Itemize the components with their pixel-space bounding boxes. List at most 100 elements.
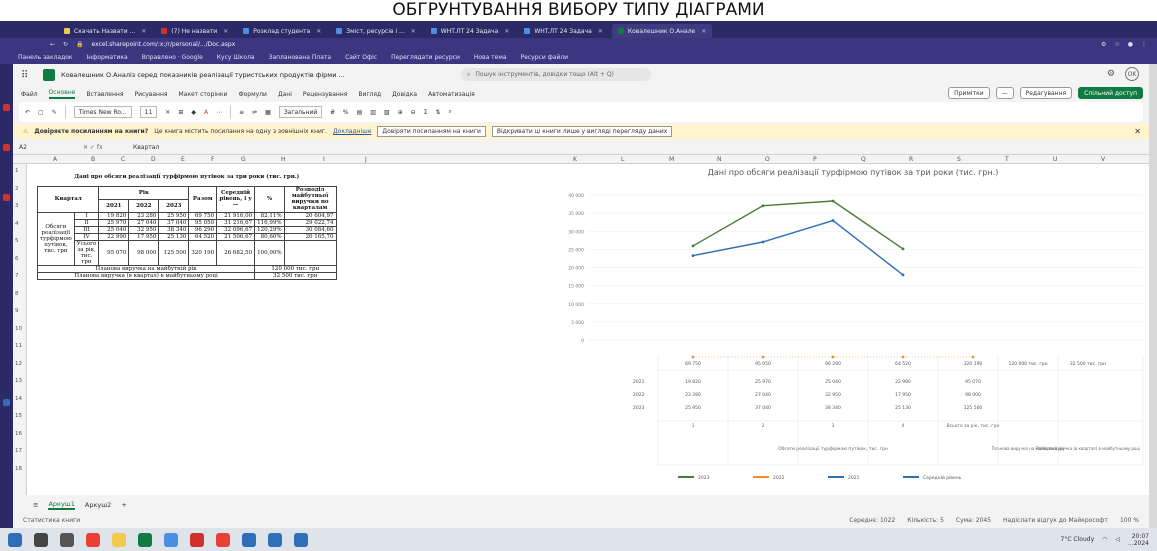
year-2021-header[interactable]: 2021 <box>98 198 130 213</box>
rail-app-icon[interactable] <box>3 194 10 201</box>
column-header[interactable]: B <box>91 156 95 163</box>
pct-header[interactable]: % <box>254 185 285 213</box>
address-bar[interactable]: ← ↻ 🔒 excel.sharepoint.com/:x:/r/persona… <box>0 38 1157 50</box>
plan-quarter-value[interactable]: 32 500 тис. грн <box>254 271 337 280</box>
document-title[interactable]: Ковалешник О.Аналіз серед показників реа… <box>61 71 345 79</box>
tab-close-icon[interactable]: ✕ <box>223 28 228 35</box>
table-cell[interactable]: 125 500 <box>158 239 190 266</box>
clock[interactable]: 20:07 ...2024 <box>1128 533 1149 547</box>
table-cell[interactable]: 17 950 <box>128 232 160 241</box>
table-cell[interactable]: 23 280 <box>128 211 160 220</box>
table-cell[interactable]: 25 040 <box>98 225 130 234</box>
browser-tab[interactable]: WHT.ЛТ 24 Задача ✕ <box>518 24 609 38</box>
table-row-plan[interactable]: Планова виручка на майбутній рік 120 000… <box>36 264 337 273</box>
browser-tab[interactable]: (7) Не назвати ✕ <box>155 24 234 38</box>
workbook-stats[interactable]: Статистика книги <box>23 517 80 524</box>
font-size-select[interactable]: 11 <box>139 106 158 118</box>
more-icon[interactable]: ⋯ <box>216 109 222 116</box>
table-cell[interactable]: 21 506,67 <box>216 232 256 241</box>
table-row[interactable]: II 25 970 27 040 37 040 95 050 31 216,67… <box>38 218 337 227</box>
table-cell[interactable]: 82,11% <box>254 211 285 220</box>
table-cell[interactable]: 95 070 <box>98 239 130 266</box>
table-row[interactable]: III 25 040 32 950 38 340 96 290 32 096,6… <box>38 225 337 234</box>
format-painter-icon[interactable]: ✎ <box>52 109 57 116</box>
row-header[interactable]: 12 <box>15 361 22 367</box>
table-cell[interactable]: 20 604,97 <box>283 211 337 220</box>
column-header[interactable]: K <box>573 156 577 163</box>
column-header[interactable]: I <box>323 156 325 163</box>
sort-icon[interactable]: ⇅ <box>436 109 441 116</box>
spreadsheet-grid[interactable]: ABCDEFGHIJKLMNOPQRSTUV 1 2 3 4 5 6 7 8 9 10 11 12 13… <box>13 155 1149 495</box>
url-text[interactable]: excel.sharepoint.com/:x:/r/personal/.../… <box>92 41 236 48</box>
windows-start-icon[interactable] <box>8 532 22 547</box>
tab-close-icon[interactable]: ✕ <box>316 28 321 35</box>
table-cell[interactable]: 25 130 <box>158 232 190 241</box>
quarter-cell[interactable]: IV <box>73 232 100 241</box>
table-cell[interactable] <box>283 239 337 266</box>
editing-mode-button[interactable]: Редагування <box>1019 87 1073 99</box>
opera-icon[interactable] <box>190 532 204 547</box>
excel-icon[interactable] <box>138 532 152 547</box>
table-cell[interactable]: 30 084,60 <box>283 225 337 234</box>
tab-close-icon[interactable]: ✕ <box>598 28 603 35</box>
ribbon-tab[interactable]: Формули <box>238 91 266 98</box>
column-header[interactable]: H <box>281 156 286 163</box>
tab-close-icon[interactable]: ✕ <box>141 28 146 35</box>
ribbon-tab[interactable]: Автоматизація <box>428 91 475 98</box>
table-cell[interactable]: 116,99% <box>254 218 285 227</box>
column-header[interactable]: V <box>1101 156 1105 163</box>
ribbon-tab[interactable]: Вигляд <box>358 91 381 98</box>
table-cell[interactable]: 22 990 <box>98 232 130 241</box>
rail-app-icon[interactable] <box>3 104 10 111</box>
year-2022-header[interactable]: 2022 <box>128 198 160 213</box>
bookmark-item[interactable]: Переглядати ресурси <box>391 54 460 61</box>
table-cell[interactable]: 80,60% <box>254 232 285 241</box>
column-header[interactable]: O <box>765 156 770 163</box>
status-item[interactable]: Сума: 2045 <box>956 517 991 524</box>
bookmark-star-icon[interactable]: ☆ <box>1114 41 1119 48</box>
column-header[interactable]: U <box>1053 156 1057 163</box>
table-cell[interactable]: 38 340 <box>158 225 190 234</box>
table-cell[interactable]: 29 022,74 <box>283 218 337 227</box>
tab-close-icon[interactable]: ✕ <box>504 28 509 35</box>
search-input[interactable]: ⌕ Пошук інструментів, довідки тощо (Alt … <box>461 68 651 81</box>
cell-styles-icon[interactable]: ▧ <box>384 109 390 116</box>
column-header[interactable]: S <box>957 156 961 163</box>
paste-icon[interactable]: ▢ <box>38 109 44 116</box>
status-item[interactable]: Кількість: 5 <box>907 517 944 524</box>
tab-close-icon[interactable]: ✕ <box>701 28 706 35</box>
column-header[interactable]: J <box>365 156 367 163</box>
sheet-tab-1[interactable]: Аркуш1 <box>48 500 75 510</box>
column-header[interactable]: C <box>121 156 125 163</box>
table-cell[interactable]: 27 040 <box>128 218 160 227</box>
bookmark-item[interactable]: Нова тема <box>474 54 507 61</box>
ribbon-tab[interactable]: Довідка <box>392 91 417 98</box>
row-header[interactable]: 8 <box>15 291 19 297</box>
right-scroll-rail[interactable] <box>1149 64 1157 528</box>
ribbon-tab[interactable]: Дані <box>278 91 292 98</box>
column-header[interactable]: N <box>717 156 722 163</box>
browser-tab[interactable]: Ковалешник О.Анале ✕ <box>611 24 713 38</box>
table-cell[interactable]: 100,00% <box>254 239 285 266</box>
browser-tab[interactable]: Зміст, ресурсів і ... ✕ <box>330 24 422 38</box>
wrap-icon[interactable]: ⇌ <box>252 109 257 116</box>
percent-icon[interactable]: % <box>343 109 349 116</box>
table-cell[interactable]: 120,29% <box>254 225 285 234</box>
sum-header[interactable]: Разом <box>188 185 218 213</box>
table-cell[interactable]: 26 682,50 <box>216 239 256 266</box>
column-header[interactable]: G <box>241 156 246 163</box>
more-button[interactable]: — <box>995 87 1014 99</box>
row-header[interactable]: 16 <box>15 431 22 437</box>
bookmark-item[interactable]: Запланована Плата <box>269 54 331 61</box>
year-2023-header[interactable]: 2023 <box>158 198 190 213</box>
column-header[interactable]: D <box>151 156 156 163</box>
table-cell[interactable]: 25 950 <box>158 211 190 220</box>
bookmark-item[interactable]: Ресурси файли <box>521 54 569 61</box>
font-name-select[interactable]: Times New Ro... <box>73 106 132 118</box>
avatar[interactable]: OK <box>1125 67 1139 81</box>
status-item[interactable]: Середнє: 1022 <box>849 517 895 524</box>
table-cell[interactable]: 32 096,67 <box>216 225 256 234</box>
table-row[interactable]: IV 22 990 17 950 25 130 64 520 21 506,67… <box>38 232 337 241</box>
table-cell[interactable]: 19 820 <box>98 211 130 220</box>
font-color-icon[interactable]: A <box>204 109 208 116</box>
